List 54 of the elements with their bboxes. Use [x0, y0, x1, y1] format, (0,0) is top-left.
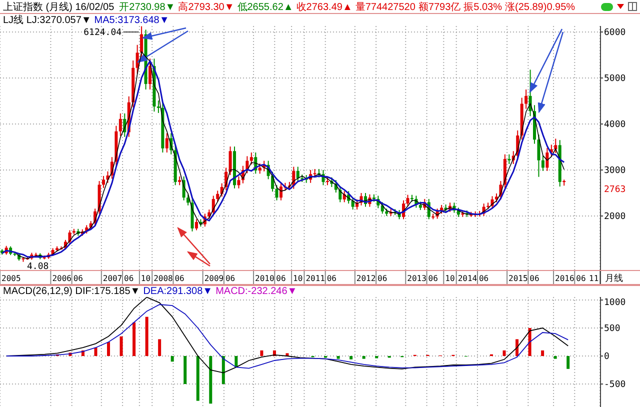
axis-label: 06: [326, 274, 336, 283]
axis-label: 06: [530, 274, 540, 283]
axis-label: 06: [378, 274, 388, 283]
axis-label: 2012: [356, 274, 376, 283]
axis-label: 0: [604, 352, 610, 362]
quote-field: 收2763.49▲: [296, 0, 352, 14]
axis-label: 500: [604, 324, 620, 334]
axis-label: 2009: [204, 274, 224, 283]
axis-label: 2006: [52, 274, 72, 283]
quote-field: 低2655.62▲: [237, 0, 294, 14]
axis-label: 06: [73, 274, 83, 283]
axis-label: 月线: [605, 274, 623, 284]
axis-label: 06: [478, 274, 489, 283]
axis-label: 06: [174, 274, 184, 283]
axis-label: 5000: [604, 74, 626, 84]
axis-label: 2007: [102, 274, 122, 283]
axis-label: 06: [124, 274, 134, 283]
axis-label: 06: [576, 274, 586, 283]
axis-label: 2000: [604, 212, 626, 222]
axis-label: 2014: [458, 274, 478, 283]
axis-label: -500: [604, 380, 626, 390]
axis-label: 1000: [604, 298, 626, 308]
indicator-value: MACD:-232.246▼: [216, 286, 298, 297]
quote-field: 额7793亿: [418, 0, 461, 14]
indicator-value: MA5:3173.648▼: [94, 14, 170, 26]
axis-label: 10: [140, 274, 151, 283]
axis-label: 2011: [306, 274, 325, 283]
quote-field: 涨(25.89)0.95%: [505, 0, 576, 14]
axis-label: 10: [445, 274, 455, 283]
price-label: 4.08: [27, 262, 49, 270]
price-label: 6124.04: [84, 28, 122, 38]
quote-field: 开2730.98▼: [119, 0, 176, 14]
indicator-value: LJ线 LJ:3270.057▼: [3, 14, 92, 27]
axis-label: 2016: [555, 274, 574, 283]
indicator-value: MACD(26,12,9) DIF:175.185▼: [3, 286, 140, 297]
axis-label: 2008: [154, 274, 173, 283]
quote-title: 上证指数 (月线) 16/02/05: [3, 0, 114, 14]
axis-label: 06: [225, 274, 236, 283]
axis-label: 2013: [407, 274, 426, 283]
axis-label: 3000: [604, 166, 626, 176]
axis-label: 4000: [604, 120, 626, 130]
axis-label: 10: [293, 274, 303, 283]
indicator-value: DEA:291.308▼: [143, 286, 213, 297]
axis-label: 06: [276, 274, 286, 283]
axis-label: 06: [428, 274, 438, 283]
axis-label: 2010: [255, 274, 274, 283]
axis-label: 11: [589, 274, 599, 283]
axis-label: 6000: [604, 28, 626, 38]
axis-label: 2015: [508, 274, 528, 283]
quote-field: 振5.03%: [464, 0, 502, 14]
quote-field: 高2793.30▼: [178, 0, 234, 14]
price-label: 2763: [604, 184, 626, 195]
axis-label: 2005: [2, 274, 21, 283]
quote-field: 量774427520: [355, 0, 416, 14]
